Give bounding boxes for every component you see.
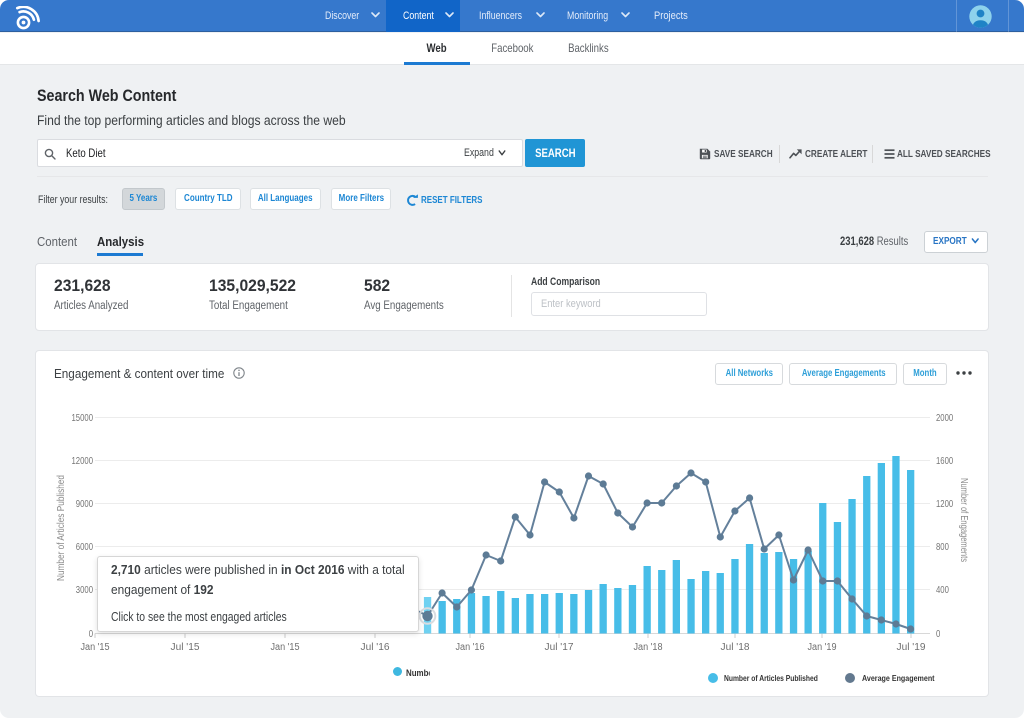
svg-text:Jan '19: Jan '19 [808, 642, 837, 653]
svg-text:400: 400 [936, 585, 949, 596]
svg-text:Jul '16: Jul '16 [361, 642, 390, 653]
svg-text:1600: 1600 [936, 456, 954, 467]
svg-text:Jul '18: Jul '18 [721, 642, 750, 653]
svg-text:Jan '15: Jan '15 [271, 642, 300, 653]
svg-text:6000: 6000 [76, 542, 94, 553]
svg-text:Jan '18: Jan '18 [634, 642, 663, 653]
svg-text:Jul '19: Jul '19 [897, 642, 926, 653]
svg-text:3000: 3000 [76, 585, 94, 596]
svg-text:Number of Articles Published: Number of Articles Published [56, 475, 67, 581]
svg-text:0: 0 [89, 629, 94, 640]
svg-text:15000: 15000 [72, 413, 94, 424]
svg-text:Number of Engagements: Number of Engagements [958, 478, 969, 562]
svg-text:Jul '15: Jul '15 [171, 642, 200, 653]
svg-text:Jan '15: Jan '15 [81, 642, 110, 653]
svg-text:1200: 1200 [936, 499, 954, 510]
svg-text:800: 800 [936, 542, 949, 553]
svg-text:2000: 2000 [936, 413, 954, 424]
svg-text:0: 0 [936, 629, 941, 640]
svg-text:9000: 9000 [76, 499, 94, 510]
svg-text:Jul '17: Jul '17 [545, 642, 574, 653]
svg-text:Jan '16: Jan '16 [456, 642, 485, 653]
svg-text:12000: 12000 [72, 456, 94, 467]
